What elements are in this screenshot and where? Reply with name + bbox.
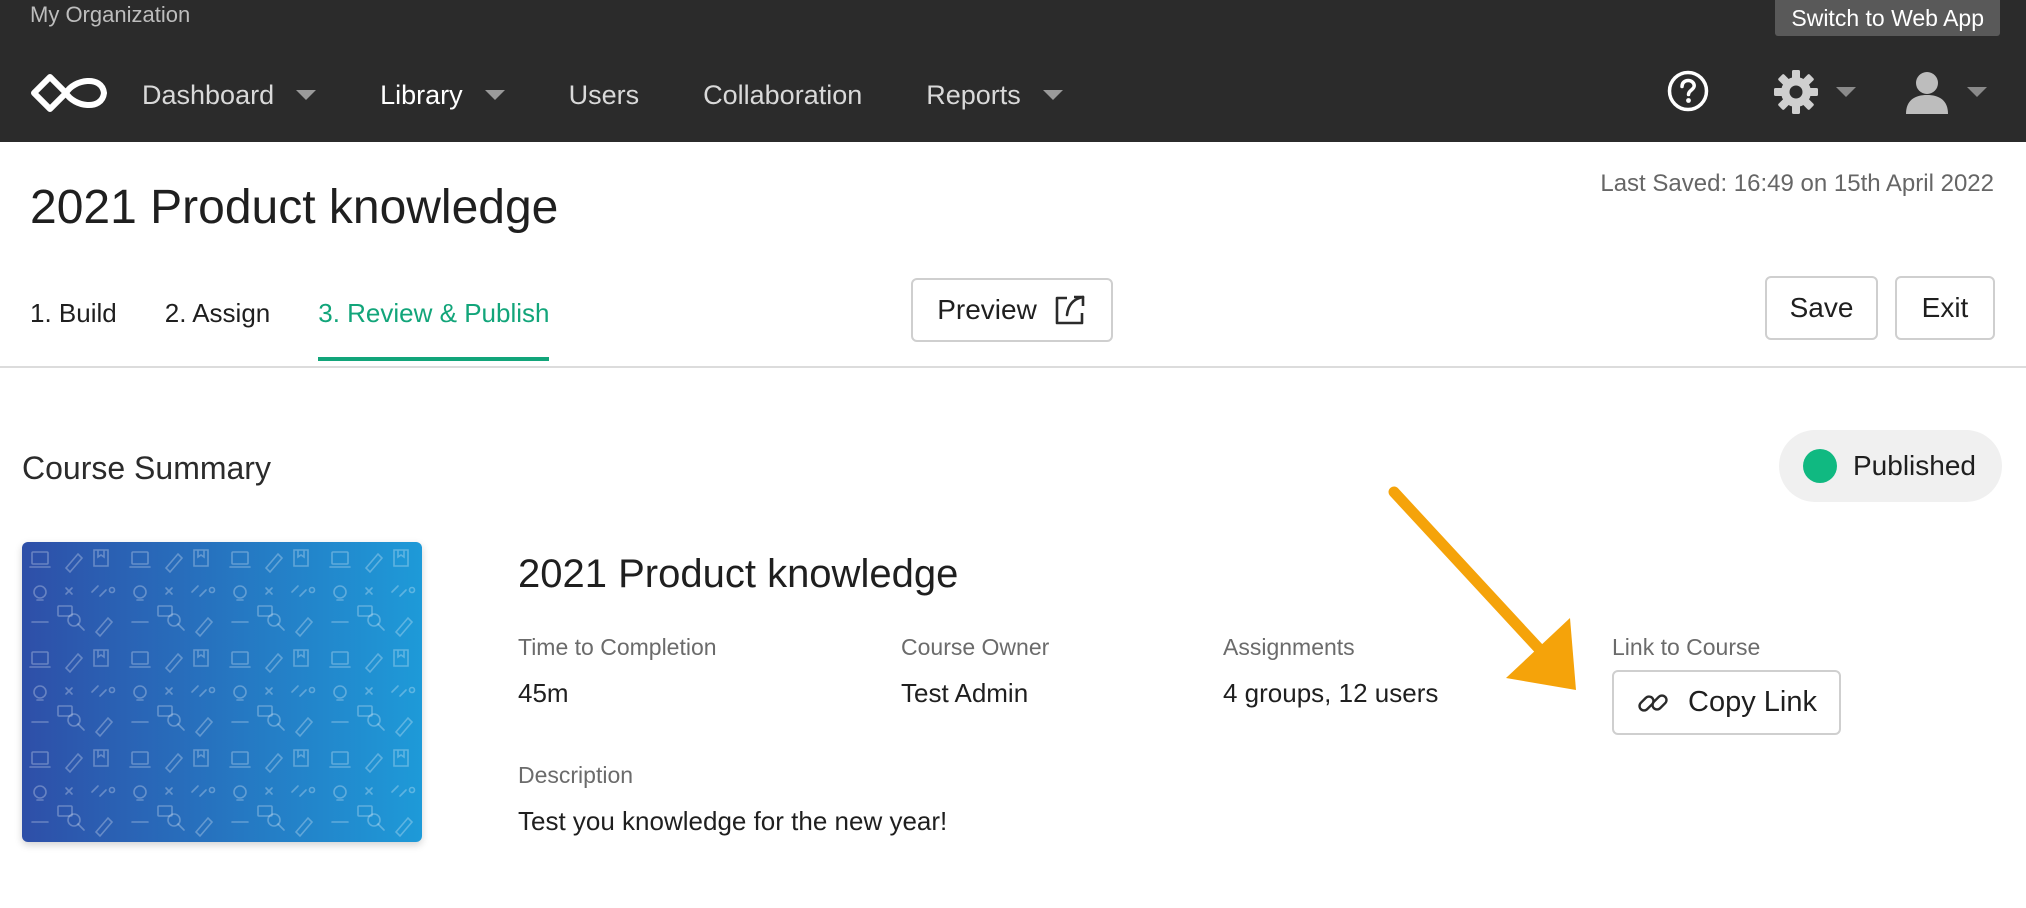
nav-collaboration-label: Collaboration <box>703 79 863 110</box>
nav-reports-label: Reports <box>926 79 1021 110</box>
time-to-completion-label: Time to Completion <box>518 634 717 660</box>
link-icon <box>1638 693 1668 712</box>
chevron-down-icon <box>1967 87 1987 97</box>
switch-to-web-app-button[interactable]: Switch to Web App <box>1775 0 2000 36</box>
chevron-down-icon <box>296 90 317 100</box>
nav-dashboard-label: Dashboard <box>142 79 275 110</box>
tab-build[interactable]: 1. Build <box>30 298 117 353</box>
settings-menu[interactable] <box>1772 68 1856 116</box>
logo-icon[interactable] <box>30 70 110 116</box>
chevron-down-icon <box>1836 87 1856 97</box>
preview-button-label: Preview <box>937 294 1037 325</box>
preview-button[interactable]: Preview <box>911 278 1113 342</box>
help-icon[interactable] <box>1667 70 1709 112</box>
copy-link-label: Copy Link <box>1688 686 1817 718</box>
tabs-divider <box>0 366 2026 368</box>
organization-name: My Organization <box>30 2 191 27</box>
page-title: 2021 Product knowledge <box>30 181 559 234</box>
description-label: Description <box>518 762 634 788</box>
nav-users[interactable]: Users <box>569 80 640 111</box>
tab-review-publish[interactable]: 3. Review & Publish <box>318 298 550 361</box>
status-dot-icon <box>1803 449 1837 483</box>
exit-button[interactable]: Exit <box>1895 276 1995 340</box>
main-nav: Dashboard Library Users Collaboration Re… <box>142 72 1127 118</box>
chevron-down-icon <box>1042 90 1063 100</box>
nav-collaboration[interactable]: Collaboration <box>703 80 862 111</box>
annotation-arrow-icon <box>1388 486 1576 690</box>
assignments-label: Assignments <box>1223 634 1355 660</box>
gear-icon <box>1774 70 1818 114</box>
link-to-course-label: Link to Course <box>1612 634 1761 660</box>
user-icon <box>1906 72 1948 114</box>
course-owner-label: Course Owner <box>901 634 1050 660</box>
status-badge: Published <box>1779 430 2002 502</box>
top-navigation-bar: My Organization Switch to Web App Dashbo… <box>0 0 2026 142</box>
course-name: 2021 Product knowledge <box>518 552 959 596</box>
nav-dashboard[interactable]: Dashboard <box>142 79 317 111</box>
external-share-icon <box>1055 295 1085 325</box>
time-to-completion-value: 45m <box>518 678 569 708</box>
nav-users-label: Users <box>568 79 640 110</box>
nav-reports[interactable]: Reports <box>926 80 1063 111</box>
copy-link-button[interactable]: Copy Link <box>1612 670 1841 735</box>
status-text: Published <box>1853 450 1976 481</box>
wizard-tabs: 1. Build 2. Assign 3. Review & Publish <box>30 298 597 361</box>
user-menu[interactable] <box>1903 68 1987 116</box>
section-title: Course Summary <box>22 450 271 486</box>
save-button[interactable]: Save <box>1765 276 1878 340</box>
tab-assign[interactable]: 2. Assign <box>165 298 271 353</box>
nav-library[interactable]: Library <box>380 80 505 111</box>
course-thumbnail <box>22 542 422 842</box>
description-value: Test you knowledge for the new year! <box>518 806 948 836</box>
course-owner-value: Test Admin <box>901 678 1029 708</box>
nav-library-label: Library <box>380 79 463 110</box>
last-saved-text: Last Saved: 16:49 on 15th April 2022 <box>1600 170 1994 197</box>
chevron-down-icon <box>484 90 505 100</box>
